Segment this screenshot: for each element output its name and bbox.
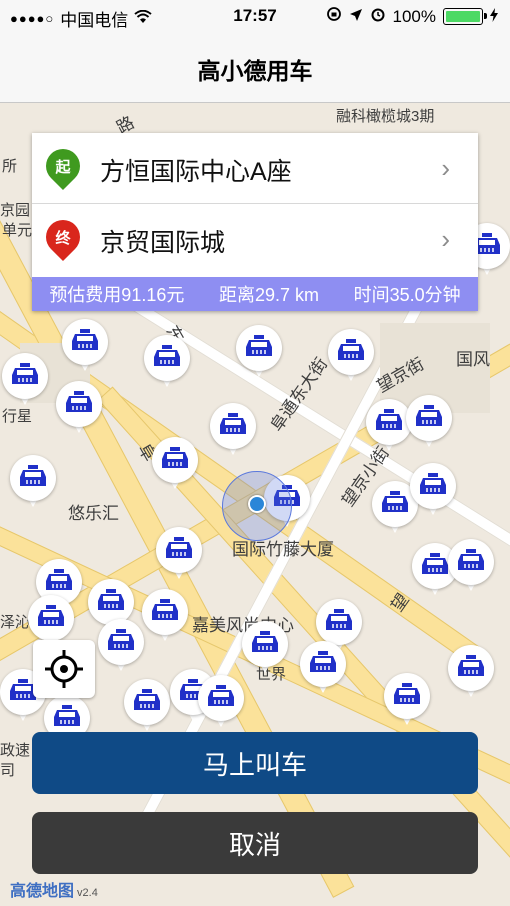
rotation-lock-icon (326, 6, 342, 27)
route-panel: 起 方恒国际中心A座 › 终 京贸国际城 › 预估费用91.16元 距离29.7… (32, 133, 478, 311)
taxi-marker-icon (242, 621, 288, 675)
taxi-marker-icon (384, 673, 430, 727)
map-label: 国风 (456, 350, 490, 369)
cancel-button[interactable]: 取消 (32, 812, 478, 874)
start-location-row[interactable]: 起 方恒国际中心A座 › (32, 133, 478, 204)
end-pin-icon: 终 (38, 212, 88, 262)
map-label: 融科橄榄城3期 (336, 108, 435, 125)
taxi-marker-icon (2, 353, 48, 407)
taxi-marker-icon (406, 395, 452, 449)
taxi-marker-icon (328, 329, 374, 383)
alarm-icon (370, 6, 386, 27)
taxi-marker-icon (410, 463, 456, 517)
start-pin-icon: 起 (38, 141, 88, 191)
map-label: 京园 (0, 202, 31, 219)
battery-percent: 100% (392, 6, 436, 26)
trip-distance: 距离29.7 km (218, 285, 320, 305)
taxi-marker-icon (448, 645, 494, 699)
map-label: 悠乐汇 (68, 504, 119, 523)
page-title: 高小德用车 (197, 58, 313, 84)
map-label: 政速 (0, 742, 31, 759)
current-location-dot (248, 495, 266, 513)
map-label: 司 (0, 762, 16, 779)
amap-logo: 高德地图 v2.4 (10, 877, 98, 901)
end-pin-label: 终 (55, 229, 71, 247)
locate-me-button[interactable] (33, 640, 95, 698)
trip-duration: 时间35.0分钟 (353, 285, 461, 305)
start-pin-label: 起 (55, 158, 71, 176)
taxi-marker-icon (98, 619, 144, 673)
trip-summary-bar: 预估费用91.16元 距离29.7 km 时间35.0分钟 (32, 277, 478, 311)
amap-logo-text: 高德地图 (10, 883, 75, 900)
chevron-right-icon: › (441, 153, 450, 183)
taxi-marker-icon (448, 539, 494, 593)
map-label: 泽沁 (0, 614, 31, 631)
map-label: 行星 (2, 408, 33, 425)
navigation-bar: 高小德用车 (0, 32, 510, 103)
status-bar: ●●●●○ 中国电信 17:57 100% (0, 0, 510, 32)
taxi-marker-icon (156, 527, 202, 581)
location-arrow-icon (349, 7, 363, 27)
map-label: 所 (2, 158, 18, 175)
fare-estimate: 预估费用91.16元 (49, 285, 185, 305)
taxi-marker-icon (56, 381, 102, 435)
map-label: 单元 (2, 222, 33, 239)
taxi-marker-icon (236, 325, 282, 379)
crosshair-icon (33, 650, 95, 702)
battery-icon (443, 8, 487, 25)
amap-logo-version: v2.4 (77, 887, 98, 899)
taxi-marker-icon (300, 641, 346, 695)
taxi-marker-icon (124, 679, 170, 733)
taxi-marker-icon (10, 455, 56, 509)
taxi-marker-icon (142, 589, 188, 643)
taxi-marker-icon (152, 437, 198, 491)
chevron-right-icon: › (441, 224, 450, 254)
end-location-row[interactable]: 终 京贸国际城 › (32, 204, 478, 274)
taxi-marker-icon (62, 319, 108, 373)
taxi-marker-icon (210, 403, 256, 457)
end-location-label: 京贸国际城 (100, 229, 226, 257)
taxi-marker-icon (144, 335, 190, 389)
call-taxi-button[interactable]: 马上叫车 (32, 732, 478, 794)
charging-icon (490, 7, 498, 27)
start-location-label: 方恒国际中心A座 (100, 158, 292, 186)
taxi-marker-icon (198, 675, 244, 729)
